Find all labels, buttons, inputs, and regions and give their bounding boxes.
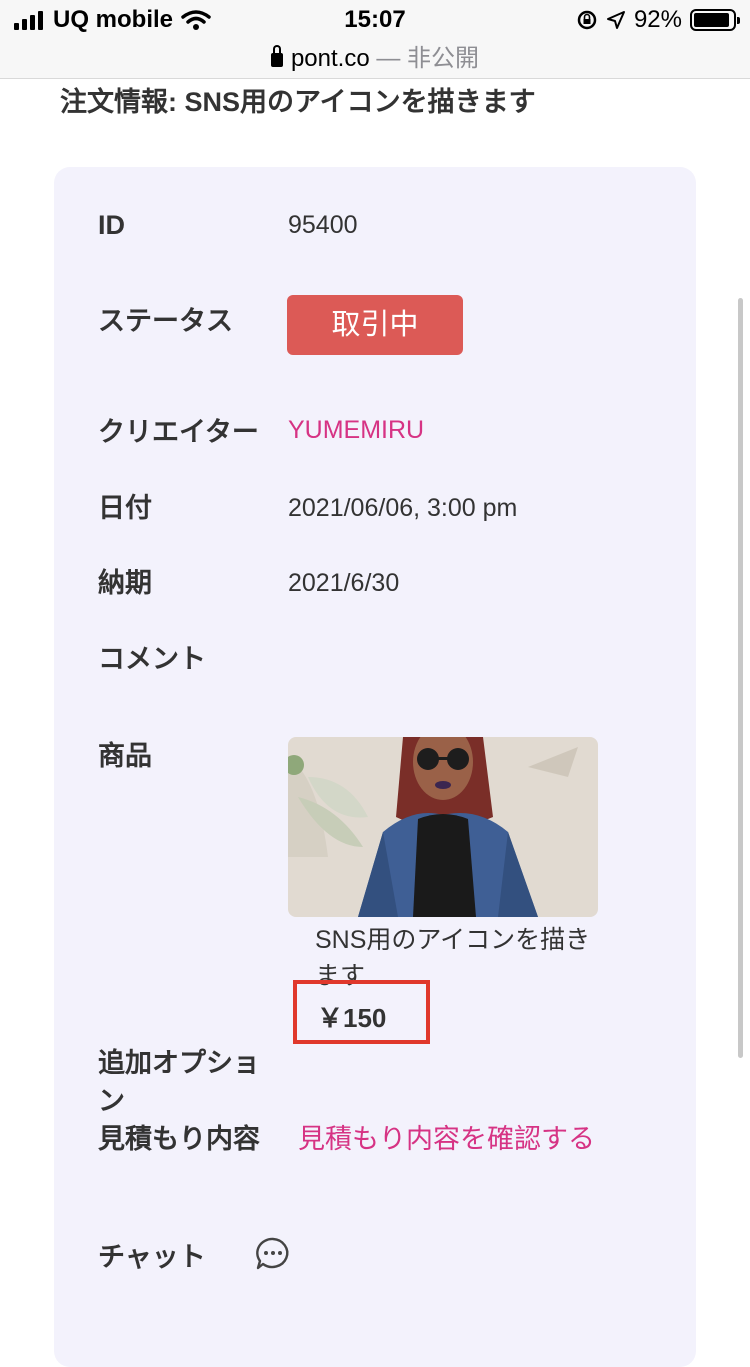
estimate-link[interactable]: 見積もり内容を確認する <box>298 1120 595 1158</box>
status-right: 92% <box>576 6 740 34</box>
product-label: 商品 <box>98 741 152 771</box>
privacy-label: — 非公開 <box>376 45 480 72</box>
url-text: pont.co <box>290 45 370 72</box>
creator-link[interactable]: YUMEMIRU <box>288 411 424 449</box>
page-title: 注文情報: SNS用のアイコンを描きます <box>60 87 536 117</box>
deadline-value: 2021/6/30 <box>288 569 400 597</box>
id-value: 95400 <box>288 211 358 239</box>
battery-icon <box>690 9 740 31</box>
creator-label: クリエイター <box>98 417 259 447</box>
status-label: ステータス <box>98 306 233 336</box>
rotation-lock-icon <box>577 10 597 30</box>
date-value: 2021/06/06, 3:00 pm <box>288 494 518 522</box>
lock-icon <box>270 45 283 67</box>
scrollbar[interactable] <box>738 298 743 1058</box>
estimate-label: 見積もり内容 <box>98 1124 260 1154</box>
id-label: ID <box>98 210 125 240</box>
product-image[interactable] <box>288 737 598 917</box>
options-label: 追加オプション <box>98 1048 260 1116</box>
deadline-label: 納期 <box>98 568 152 598</box>
price-highlight-box <box>293 980 430 1044</box>
date-label: 日付 <box>98 493 152 523</box>
location-arrow-icon <box>606 11 625 29</box>
status-bar: UQ mobile 15:07 92% pont.co — 非公開 <box>0 0 750 79</box>
comment-label: コメント <box>98 644 206 674</box>
battery-percent: 92% <box>633 6 682 33</box>
chat-label: チャット <box>98 1242 206 1272</box>
address-bar[interactable]: pont.co — 非公開 <box>0 38 750 73</box>
status-badge: 取引中 <box>287 295 463 355</box>
chat-bubble-icon[interactable] <box>255 1236 291 1272</box>
